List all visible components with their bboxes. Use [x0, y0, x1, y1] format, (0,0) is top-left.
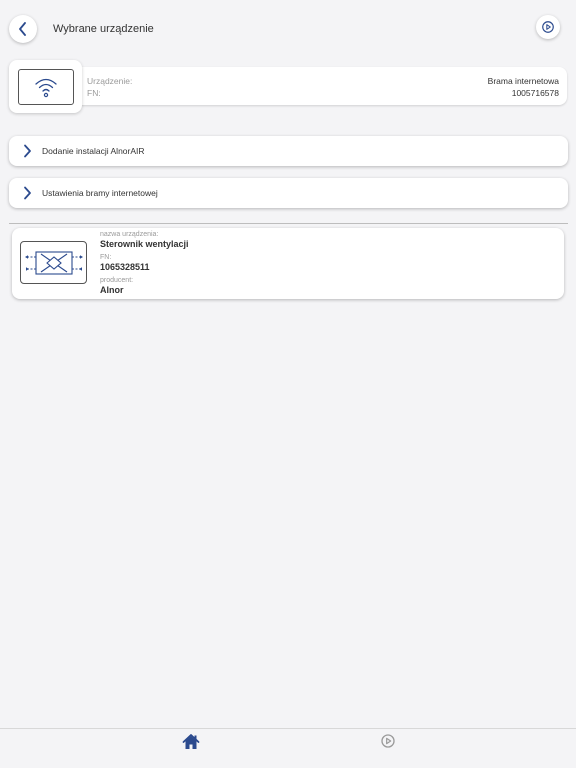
device-name-label: nazwa urządzenia:	[100, 231, 159, 238]
add-alnorair-installation-label: Dodanie instalacji AlnorAIR	[42, 146, 145, 156]
gateway-device-label: Urządzenie:	[87, 76, 133, 86]
gateway-settings-label: Ustawienia bramy internetowej	[42, 188, 158, 198]
device-fn-value: 1065328511	[100, 262, 150, 272]
section-divider	[9, 223, 568, 224]
wifi-icon	[34, 78, 57, 97]
gateway-settings-button[interactable]: Ustawienia bramy internetowej	[9, 178, 568, 208]
screen: Wybrane urządzenie Urządzenie: FN: Brama…	[0, 0, 576, 768]
gateway-icon-box	[9, 60, 82, 113]
device-name-value: Sterownik wentylacji	[100, 239, 189, 249]
device-fn-label: FN:	[100, 254, 112, 261]
bottom-tab-bar	[0, 728, 576, 768]
gateway-device-value: Brama internetowa	[487, 76, 559, 86]
device-producer-label: producent:	[100, 277, 134, 284]
tab-settings[interactable]	[380, 733, 396, 749]
tab-home[interactable]	[182, 733, 200, 751]
header: Wybrane urządzenie	[0, 0, 576, 60]
device-producer-value: Alnor	[100, 285, 124, 295]
back-button[interactable]	[9, 15, 37, 43]
gateway-info-card: Urządzenie: FN: Brama internetowa 100571…	[11, 67, 567, 105]
settings-gear-icon	[381, 734, 395, 748]
chevron-right-icon	[24, 144, 31, 158]
chevron-right-icon	[24, 186, 31, 200]
chevron-left-icon	[19, 22, 26, 36]
settings-gear-icon	[542, 21, 554, 33]
gateway-fn-value: 1005716578	[511, 88, 559, 98]
gateway-icon-frame	[17, 68, 74, 105]
page-title: Wybrane urządzenie	[53, 23, 154, 35]
settings-button[interactable]	[536, 15, 560, 39]
home-icon	[182, 734, 200, 749]
gateway-fn-label: FN:	[87, 88, 101, 98]
device-card[interactable]: nazwa urządzenia: Sterownik wentylacji F…	[12, 228, 564, 299]
device-icon-box	[20, 241, 87, 284]
add-alnorair-installation-button[interactable]: Dodanie instalacji AlnorAIR	[9, 136, 568, 166]
ventilation-unit-icon	[24, 250, 83, 275]
